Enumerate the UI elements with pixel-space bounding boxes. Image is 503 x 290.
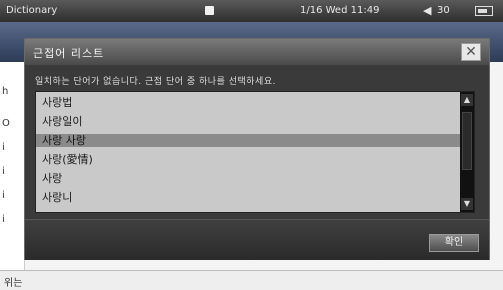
close-button[interactable]: ✕ (461, 43, 481, 61)
battery-icon (475, 6, 493, 16)
menu-icon[interactable] (205, 6, 214, 15)
bg-char: i (2, 166, 5, 177)
speaker-icon[interactable]: ◀ (423, 4, 431, 17)
dialog-titlebar: 근접어 리스트 ✕ (25, 39, 489, 65)
bg-char: i (2, 142, 5, 153)
list-item[interactable]: 사랑법 (36, 96, 460, 109)
suggestion-list[interactable]: 사랑법 사랑일이 사랑 사랑 사랑(愛情) 사랑 사랑니 ▲ ▼ (35, 91, 475, 213)
similar-words-dialog: 근접어 리스트 ✕ 일치하는 단어가 없습니다. 근접 단어 중 하나를 선택하… (24, 38, 490, 260)
bg-char: O (2, 118, 10, 129)
app-title: Dictionary (6, 5, 58, 16)
list-item-selected[interactable]: 사랑 사랑 (36, 134, 460, 147)
list-item[interactable]: 사랑 (36, 172, 460, 185)
bg-char: i (2, 214, 5, 225)
dialog-message: 일치하는 단어가 없습니다. 근접 단어 중 하나를 선택하세요. (35, 77, 276, 87)
list-item[interactable]: 사랑(愛情) (36, 153, 460, 166)
background-text-column: h O i i i i (0, 62, 25, 289)
ok-button[interactable]: 확인 (429, 234, 479, 252)
bg-bottom-text: 위는 (4, 278, 23, 289)
list-item[interactable]: 사랑니 (36, 191, 460, 204)
scrollbar[interactable]: ▲ ▼ (460, 92, 474, 212)
scroll-thumb[interactable] (462, 112, 472, 170)
dialog-title: 근접어 리스트 (33, 47, 105, 60)
status-bar: Dictionary 1/16 Wed 11:49 ◀ 30 (0, 0, 503, 22)
volume-level: 30 (437, 5, 450, 16)
background-bottom: 위는 (0, 270, 503, 290)
datetime: 1/16 Wed 11:49 (300, 5, 380, 16)
bg-char: h (2, 86, 9, 97)
scroll-up-button[interactable]: ▲ (461, 94, 473, 106)
dialog-button-bar: 확인 (25, 219, 489, 260)
scroll-down-button[interactable]: ▼ (461, 198, 473, 210)
list-item[interactable]: 사랑일이 (36, 115, 460, 128)
bg-char: i (2, 190, 5, 201)
